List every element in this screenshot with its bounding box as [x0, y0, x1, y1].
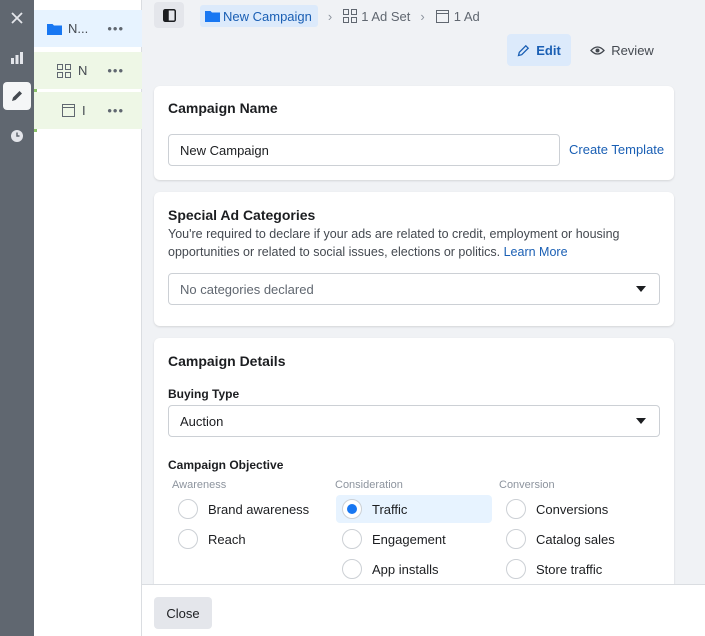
objective-option-reach[interactable]: Reach: [172, 525, 322, 553]
eye-icon: [590, 45, 606, 55]
clock-icon[interactable]: [3, 122, 31, 150]
folder-icon: [204, 8, 220, 24]
review-button[interactable]: Review: [586, 34, 658, 66]
objective-option-brand-awareness[interactable]: Brand awareness: [172, 495, 322, 523]
panel-toggle-icon[interactable]: [154, 2, 184, 28]
objective-option-store-traffic[interactable]: Store traffic: [500, 555, 650, 583]
caret-down-icon: [636, 418, 646, 424]
edit-label: Edit: [536, 42, 561, 58]
ad-icon: [435, 8, 451, 24]
radio-button[interactable]: [506, 499, 526, 519]
chevron-right-icon: ›: [420, 8, 425, 24]
campaign-details-card: Campaign Details Buying Type Auction Cam…: [154, 338, 674, 598]
radio-button[interactable]: [506, 559, 526, 579]
objective-option-traffic[interactable]: Traffic: [336, 495, 492, 523]
grid-icon: [56, 63, 72, 79]
objective-option-label: Reach: [208, 531, 246, 547]
campaign-name-card: Campaign Name New Campaign Create Templa…: [154, 86, 674, 180]
special-ad-categories-card: Special Ad Categories You're required to…: [154, 192, 674, 326]
objective-option-label: Brand awareness: [208, 501, 310, 517]
special-ad-categories-title: Special Ad Categories: [168, 207, 316, 223]
breadcrumb-campaign-label: New Campaign: [223, 8, 312, 24]
objective-option-label: Catalog sales: [536, 531, 615, 547]
special-categories-placeholder: No categories declared: [180, 281, 314, 297]
radio-button[interactable]: [342, 559, 362, 579]
tree-item-label: I: [82, 103, 86, 118]
grid-icon: [342, 8, 358, 24]
objective-option-label: Engagement: [372, 531, 446, 547]
objective-option-app-installs[interactable]: App installs: [336, 555, 492, 583]
special-ad-categories-description: You're required to declare if your ads a…: [168, 227, 620, 259]
footer-bar: Close: [142, 584, 705, 636]
breadcrumb: New Campaign › 1 Ad Set › 1 Ad: [200, 4, 480, 28]
chevron-right-icon: ›: [327, 8, 333, 24]
close-button[interactable]: Close: [154, 597, 212, 629]
edit-button[interactable]: Edit: [507, 34, 571, 66]
objective-option-label: Conversions: [536, 501, 609, 517]
buying-type-label: Buying Type: [168, 387, 240, 401]
radio-button-selected[interactable]: [342, 499, 362, 519]
objective-option-label: Traffic: [372, 501, 408, 517]
radio-button[interactable]: [506, 529, 526, 549]
radio-button[interactable]: [178, 529, 198, 549]
close-icon[interactable]: [3, 4, 31, 32]
pencil-icon: [517, 44, 530, 56]
tree-item-adset[interactable]: N •••: [34, 52, 142, 89]
breadcrumb-campaign[interactable]: New Campaign: [200, 5, 318, 27]
ad-icon: [60, 103, 76, 119]
tree-item-ad[interactable]: I •••: [34, 92, 142, 129]
objective-option-label: Store traffic: [536, 561, 603, 577]
campaign-tree: N... ••• N ••• I •••: [34, 0, 142, 636]
radio-button[interactable]: [342, 529, 362, 549]
buying-type-value: Auction: [180, 413, 224, 429]
pencil-icon[interactable]: [3, 82, 31, 110]
caret-down-icon: [636, 286, 646, 292]
breadcrumb-adset-label: 1 Ad Set: [361, 8, 411, 24]
tree-item-label: N...: [68, 21, 89, 36]
objective-option-catalog-sales[interactable]: Catalog sales: [500, 525, 650, 553]
breadcrumb-ad-label: 1 Ad: [453, 8, 480, 24]
objective-option-conversions[interactable]: Conversions: [500, 495, 650, 523]
objective-column-heading: Awareness: [172, 479, 227, 491]
learn-more-link[interactable]: Learn More: [504, 245, 568, 259]
campaign-objective-label: Campaign Objective: [168, 458, 284, 472]
more-icon[interactable]: •••: [107, 21, 124, 36]
radio-dot: [347, 504, 357, 514]
objective-option-label: App installs: [372, 561, 439, 577]
left-rail: [0, 0, 34, 636]
breadcrumb-ad[interactable]: 1 Ad: [435, 8, 480, 24]
more-icon[interactable]: •••: [107, 103, 124, 118]
create-template-link[interactable]: Create Template: [569, 142, 664, 157]
objective-option-engagement[interactable]: Engagement: [336, 525, 492, 553]
campaign-name-input[interactable]: New Campaign: [168, 134, 560, 166]
chart-icon[interactable]: [3, 44, 31, 72]
top-bar: New Campaign › 1 Ad Set › 1 Ad Edit Revi…: [142, 0, 705, 72]
tree-item-campaign[interactable]: N... •••: [34, 10, 142, 47]
tree-item-label: N: [78, 63, 88, 78]
review-label: Review: [611, 42, 654, 58]
radio-button[interactable]: [178, 499, 198, 519]
special-categories-select[interactable]: No categories declared: [168, 273, 660, 305]
campaign-name-title: Campaign Name: [168, 100, 278, 116]
buying-type-select[interactable]: Auction: [168, 405, 660, 437]
more-icon[interactable]: •••: [107, 63, 124, 78]
folder-icon: [46, 21, 62, 37]
campaign-details-title: Campaign Details: [168, 353, 286, 369]
objective-column-heading: Consideration: [335, 479, 403, 491]
objective-column-heading: Conversion: [499, 479, 555, 491]
breadcrumb-adset[interactable]: 1 Ad Set: [342, 8, 410, 24]
